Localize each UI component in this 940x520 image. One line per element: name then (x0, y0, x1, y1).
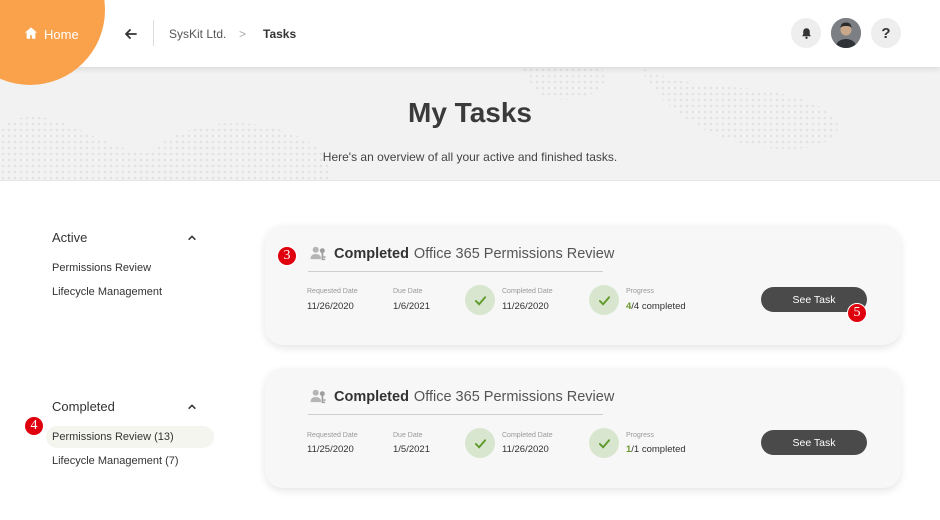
task-name: Office 365 Permissions Review (413, 388, 615, 405)
requested-date-label: Requested Date (307, 288, 358, 295)
task-card: Completed Office 365 Permissions Review … (265, 225, 901, 345)
breadcrumb-org[interactable]: SysKit Ltd. (169, 27, 226, 41)
sidebar-item-completed-lifecycle-management[interactable]: Lifecycle Management (7) (52, 455, 179, 467)
divider (153, 20, 154, 46)
check-icon (598, 438, 610, 449)
annotation-marker-4: 4 (24, 416, 44, 436)
sidebar-item-active-permissions-review[interactable]: Permissions Review (52, 262, 151, 274)
users-key-icon (310, 246, 326, 261)
chevron-up-icon (188, 403, 196, 409)
avatar[interactable] (831, 18, 861, 48)
due-date-value: 1/6/2021 (393, 301, 430, 312)
help-icon: ? (881, 24, 891, 42)
back-button[interactable] (121, 24, 141, 44)
notifications-button[interactable] (791, 18, 821, 48)
home-icon (24, 26, 38, 43)
progress-label: Progress (626, 432, 655, 439)
home-label: Home (44, 27, 79, 42)
see-task-button[interactable]: See Task (761, 430, 867, 455)
hero-banner: My Tasks Here's an overview of all your … (0, 67, 940, 181)
annotation-marker-5: 5 (847, 303, 867, 323)
completed-date-value: 11/26/2020 (502, 444, 549, 455)
progress-value: 1/1 completed (626, 444, 686, 455)
breadcrumb-separator: > (239, 27, 247, 41)
requested-date-value: 11/26/2020 (307, 301, 354, 312)
due-date-label: Due Date (393, 432, 423, 439)
due-date-label: Due Date (393, 288, 423, 295)
completed-date-label: Completed Date (502, 432, 553, 439)
check-icon (474, 438, 486, 449)
task-title: Completed Office 365 Permissions Review (310, 388, 614, 405)
users-key-icon (310, 389, 326, 404)
progress-total: /1 completed (631, 444, 686, 455)
bell-icon (801, 27, 811, 39)
progress-label: Progress (626, 288, 655, 295)
annotation-marker-3: 3 (277, 246, 297, 266)
completed-date-value: 11/26/2020 (502, 301, 549, 312)
completed-check (465, 428, 495, 458)
progress-check (589, 428, 619, 458)
sidebar-completed-title: Completed (52, 399, 115, 414)
task-title: Completed Office 365 Permissions Review (310, 245, 614, 262)
task-status: Completed (334, 245, 409, 262)
progress-value: 4/4 completed (626, 301, 686, 312)
sidebar-item-active-lifecycle-management[interactable]: Lifecycle Management (52, 286, 162, 298)
sidebar-active-header[interactable]: Active (52, 230, 197, 245)
due-date-value: 1/5/2021 (393, 444, 430, 455)
chevron-up-icon (188, 234, 196, 240)
back-arrow-icon (125, 29, 137, 39)
home-link[interactable]: Home (24, 26, 79, 43)
sidebar-completed-header[interactable]: Completed (52, 399, 197, 414)
page-subtitle: Here's an overview of all your active an… (322, 150, 618, 164)
completed-date-label: Completed Date (502, 288, 553, 295)
progress-total: /4 completed (631, 301, 686, 312)
progress-check (589, 285, 619, 315)
completed-check (465, 285, 495, 315)
task-status: Completed (334, 388, 409, 405)
task-name: Office 365 Permissions Review (413, 245, 615, 262)
check-icon (598, 295, 610, 306)
page-title: My Tasks (408, 97, 532, 128)
user-photo (831, 18, 861, 48)
task-card: Completed Office 365 Permissions Review … (265, 368, 901, 488)
sidebar-item-completed-permissions-review[interactable]: Permissions Review (13) (46, 426, 214, 448)
title-underline (308, 414, 603, 415)
sidebar-active-title: Active (52, 230, 88, 245)
requested-date-value: 11/25/2020 (307, 444, 354, 455)
help-button[interactable]: ? (871, 18, 901, 48)
requested-date-label: Requested Date (307, 432, 358, 439)
top-bar: Home SysKit Ltd. > Tasks ? (0, 0, 940, 85)
title-underline (308, 271, 603, 272)
check-icon (474, 295, 486, 306)
breadcrumb-current: Tasks (263, 27, 297, 41)
